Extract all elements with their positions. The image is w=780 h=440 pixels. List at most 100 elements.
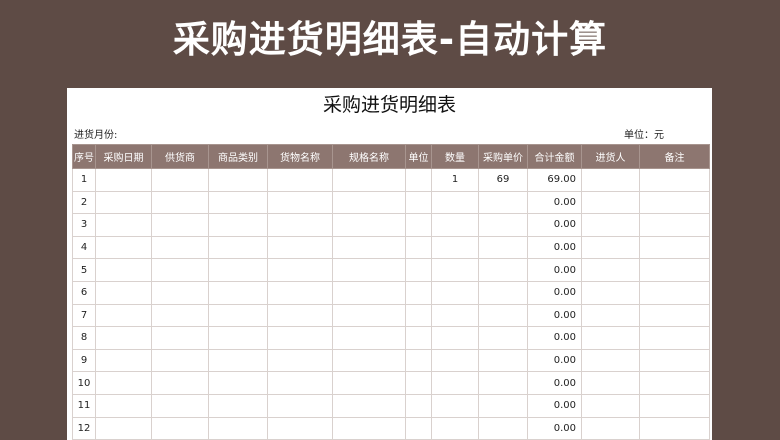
cell-price[interactable]: 69 xyxy=(478,168,528,192)
cell-goods[interactable] xyxy=(267,303,333,328)
cell-buyer[interactable] xyxy=(581,416,640,440)
cell-no[interactable]: 12 xyxy=(72,416,96,440)
cell-qty[interactable] xyxy=(431,258,479,282)
cell-spec[interactable] xyxy=(332,371,406,395)
cell-unit[interactable] xyxy=(405,371,432,395)
cell-date[interactable] xyxy=(95,393,152,418)
cell-unit[interactable] xyxy=(405,280,432,305)
cell-goods[interactable] xyxy=(267,258,333,282)
cell-supplier[interactable] xyxy=(151,258,209,282)
cell-total[interactable]: 0.00 xyxy=(527,348,582,373)
cell-spec[interactable] xyxy=(332,190,406,215)
cell-price[interactable] xyxy=(478,213,528,237)
cell-category[interactable] xyxy=(208,348,268,373)
cell-spec[interactable] xyxy=(332,280,406,305)
cell-category[interactable] xyxy=(208,371,268,395)
cell-spec[interactable] xyxy=(332,416,406,440)
cell-buyer[interactable] xyxy=(581,213,640,237)
cell-total[interactable]: 0.00 xyxy=(527,303,582,328)
header-price[interactable]: 采购单价 xyxy=(478,144,528,169)
cell-no[interactable]: 2 xyxy=(72,190,96,215)
cell-spec[interactable] xyxy=(332,168,406,192)
cell-goods[interactable] xyxy=(267,371,333,395)
cell-qty[interactable] xyxy=(431,213,479,237)
cell-price[interactable] xyxy=(478,348,528,373)
cell-buyer[interactable] xyxy=(581,168,640,192)
cell-no[interactable]: 11 xyxy=(72,393,96,418)
cell-note[interactable] xyxy=(639,393,710,418)
cell-goods[interactable] xyxy=(267,235,333,260)
cell-buyer[interactable] xyxy=(581,280,640,305)
cell-goods[interactable] xyxy=(267,348,333,373)
cell-price[interactable] xyxy=(478,326,528,350)
cell-no[interactable]: 3 xyxy=(72,213,96,237)
cell-date[interactable] xyxy=(95,190,152,215)
cell-goods[interactable] xyxy=(267,280,333,305)
cell-buyer[interactable] xyxy=(581,393,640,418)
cell-buyer[interactable] xyxy=(581,190,640,215)
cell-price[interactable] xyxy=(478,190,528,215)
header-goods[interactable]: 货物名称 xyxy=(267,144,333,169)
cell-category[interactable] xyxy=(208,258,268,282)
cell-qty[interactable] xyxy=(431,190,479,215)
cell-date[interactable] xyxy=(95,303,152,328)
cell-note[interactable] xyxy=(639,303,710,328)
cell-category[interactable] xyxy=(208,280,268,305)
cell-qty[interactable] xyxy=(431,393,479,418)
cell-category[interactable] xyxy=(208,190,268,215)
cell-supplier[interactable] xyxy=(151,213,209,237)
header-qty[interactable]: 数量 xyxy=(431,144,479,169)
cell-note[interactable] xyxy=(639,213,710,237)
cell-total[interactable]: 0.00 xyxy=(527,280,582,305)
cell-category[interactable] xyxy=(208,326,268,350)
cell-spec[interactable] xyxy=(332,235,406,260)
cell-goods[interactable] xyxy=(267,168,333,192)
cell-note[interactable] xyxy=(639,348,710,373)
cell-no[interactable]: 10 xyxy=(72,371,96,395)
header-buyer[interactable]: 进货人 xyxy=(581,144,640,169)
cell-note[interactable] xyxy=(639,168,710,192)
cell-buyer[interactable] xyxy=(581,235,640,260)
cell-note[interactable] xyxy=(639,190,710,215)
cell-category[interactable] xyxy=(208,213,268,237)
cell-unit[interactable] xyxy=(405,326,432,350)
cell-date[interactable] xyxy=(95,213,152,237)
cell-no[interactable]: 5 xyxy=(72,258,96,282)
header-spec[interactable]: 规格名称 xyxy=(332,144,406,169)
cell-unit[interactable] xyxy=(405,393,432,418)
cell-spec[interactable] xyxy=(332,213,406,237)
cell-price[interactable] xyxy=(478,393,528,418)
cell-unit[interactable] xyxy=(405,416,432,440)
cell-total[interactable]: 0.00 xyxy=(527,258,582,282)
cell-total[interactable]: 0.00 xyxy=(527,393,582,418)
cell-goods[interactable] xyxy=(267,213,333,237)
cell-date[interactable] xyxy=(95,326,152,350)
cell-qty[interactable] xyxy=(431,235,479,260)
cell-price[interactable] xyxy=(478,280,528,305)
cell-no[interactable]: 9 xyxy=(72,348,96,373)
cell-buyer[interactable] xyxy=(581,258,640,282)
cell-price[interactable] xyxy=(478,303,528,328)
cell-supplier[interactable] xyxy=(151,326,209,350)
cell-date[interactable] xyxy=(95,416,152,440)
cell-buyer[interactable] xyxy=(581,371,640,395)
cell-qty[interactable] xyxy=(431,348,479,373)
cell-unit[interactable] xyxy=(405,303,432,328)
cell-total[interactable]: 0.00 xyxy=(527,371,582,395)
header-no[interactable]: 序号 xyxy=(72,144,96,169)
cell-qty[interactable] xyxy=(431,280,479,305)
header-category[interactable]: 商品类别 xyxy=(208,144,268,169)
cell-unit[interactable] xyxy=(405,168,432,192)
cell-no[interactable]: 7 xyxy=(72,303,96,328)
cell-unit[interactable] xyxy=(405,235,432,260)
cell-supplier[interactable] xyxy=(151,280,209,305)
cell-supplier[interactable] xyxy=(151,371,209,395)
cell-qty[interactable] xyxy=(431,326,479,350)
cell-price[interactable] xyxy=(478,235,528,260)
cell-goods[interactable] xyxy=(267,190,333,215)
cell-supplier[interactable] xyxy=(151,235,209,260)
header-supplier[interactable]: 供货商 xyxy=(151,144,209,169)
cell-note[interactable] xyxy=(639,235,710,260)
cell-qty[interactable]: 1 xyxy=(431,168,479,192)
cell-supplier[interactable] xyxy=(151,190,209,215)
